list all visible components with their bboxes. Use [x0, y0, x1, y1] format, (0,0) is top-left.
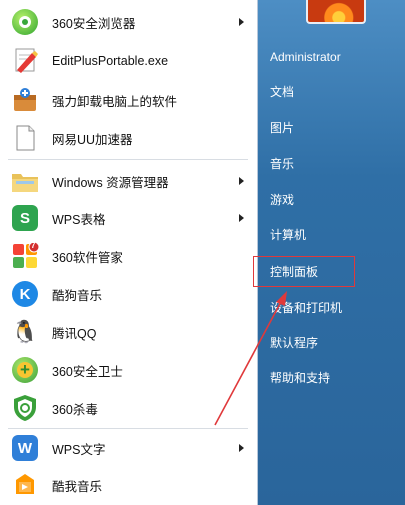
program-label: 360安全浏览器 [52, 16, 136, 31]
places-item-help-support[interactable]: 帮助和支持 [266, 364, 398, 392]
qq-penguin-icon: 🐧 [10, 317, 40, 347]
program-label: EditPlusPortable.exe [52, 54, 169, 68]
separator [8, 159, 248, 160]
program-label: 360杀毒 [52, 402, 98, 417]
submenu-arrow-icon[interactable] [239, 214, 244, 222]
program-item-360-browser[interactable]: 360安全浏览器 [4, 4, 252, 40]
places-item-documents[interactable]: 文档 [266, 78, 398, 106]
program-item-wps-spreadsheet[interactable]: S WPS表格 [4, 200, 252, 236]
360-safeguard-icon: + [10, 355, 40, 385]
program-item-360-software-manager[interactable]: 7 360软件管家 [4, 238, 252, 274]
submenu-arrow-icon[interactable] [239, 177, 244, 185]
submenu-arrow-icon[interactable] [239, 444, 244, 452]
explorer-folder-icon [10, 166, 40, 196]
plus-glyph: + [20, 360, 30, 379]
places-item-default-programs[interactable]: 默认程序 [266, 329, 398, 357]
program-item-uu-accelerator[interactable]: 网易UU加速器 [4, 120, 252, 156]
places-item-computer[interactable]: 计算机 [266, 221, 398, 249]
start-menu: 360安全浏览器 EditPlusPortable.exe 强力卸载电脑上的软件… [0, 0, 405, 505]
kugou-icon: K [10, 279, 40, 309]
program-label: 360安全卫士 [52, 364, 123, 379]
wps-spreadsheet-glyph: S [19, 209, 30, 227]
places-item-devices-printers[interactable]: 设备和打印机 [266, 294, 398, 322]
program-item-wps-writer[interactable]: W WPS文字 [4, 430, 252, 466]
document-icon [10, 123, 40, 153]
program-label: 酷我音乐 [52, 479, 103, 494]
wps-spreadsheet-icon: S [10, 203, 40, 233]
program-item-360-antivirus[interactable]: 360杀毒 [4, 390, 252, 426]
360-software-manager-icon: 7 [10, 241, 40, 271]
submenu-arrow-icon[interactable] [239, 18, 244, 26]
program-label: WPS文字 [52, 442, 106, 457]
wps-writer-glyph: W [17, 439, 33, 457]
360-browser-icon [10, 7, 40, 37]
program-item-360-safeguard[interactable]: + 360安全卫士 [4, 352, 252, 388]
program-item-tencent-qq[interactable]: 🐧 腾讯QQ [4, 314, 252, 350]
wps-writer-icon: W [10, 433, 40, 463]
separator [8, 428, 248, 429]
program-label: 强力卸载电脑上的软件 [52, 94, 178, 109]
program-label: 酷狗音乐 [52, 288, 103, 303]
places-item-games[interactable]: 游戏 [266, 186, 398, 214]
places-item-administrator[interactable]: Administrator [266, 43, 398, 71]
places-item-music[interactable]: 音乐 [266, 150, 398, 178]
places-item-pictures[interactable]: 图片 [266, 114, 398, 142]
program-label: 360软件管家 [52, 250, 123, 265]
program-list: 360安全浏览器 EditPlusPortable.exe 强力卸载电脑上的软件… [0, 0, 258, 505]
program-item-kugou-music[interactable]: K 酷狗音乐 [4, 276, 252, 312]
program-label: WPS表格 [52, 212, 106, 227]
program-item-kuwo-music[interactable]: 酷我音乐 [4, 467, 252, 503]
program-label: 腾讯QQ [52, 326, 97, 341]
qq-glyph: 🐧 [11, 319, 39, 344]
program-item-editplus[interactable]: EditPlusPortable.exe [4, 43, 252, 79]
program-item-uninstaller[interactable]: 强力卸载电脑上的软件 [4, 82, 252, 118]
places-pane: Administrator 文档 图片 音乐 游戏 计算机 控制面板 设备和打印… [258, 0, 405, 505]
program-label: 网易UU加速器 [52, 132, 133, 147]
program-item-windows-explorer[interactable]: Windows 资源管理器 [4, 163, 252, 199]
uninstaller-icon [10, 85, 40, 115]
highlight-box [253, 256, 355, 287]
editplus-icon [10, 46, 40, 76]
notification-badge: 7 [31, 241, 36, 250]
user-avatar[interactable] [306, 0, 366, 24]
program-label: Windows 资源管理器 [52, 175, 169, 190]
kuwo-icon [10, 470, 40, 500]
360-antivirus-icon [10, 393, 40, 423]
kugou-glyph: K [19, 285, 31, 303]
